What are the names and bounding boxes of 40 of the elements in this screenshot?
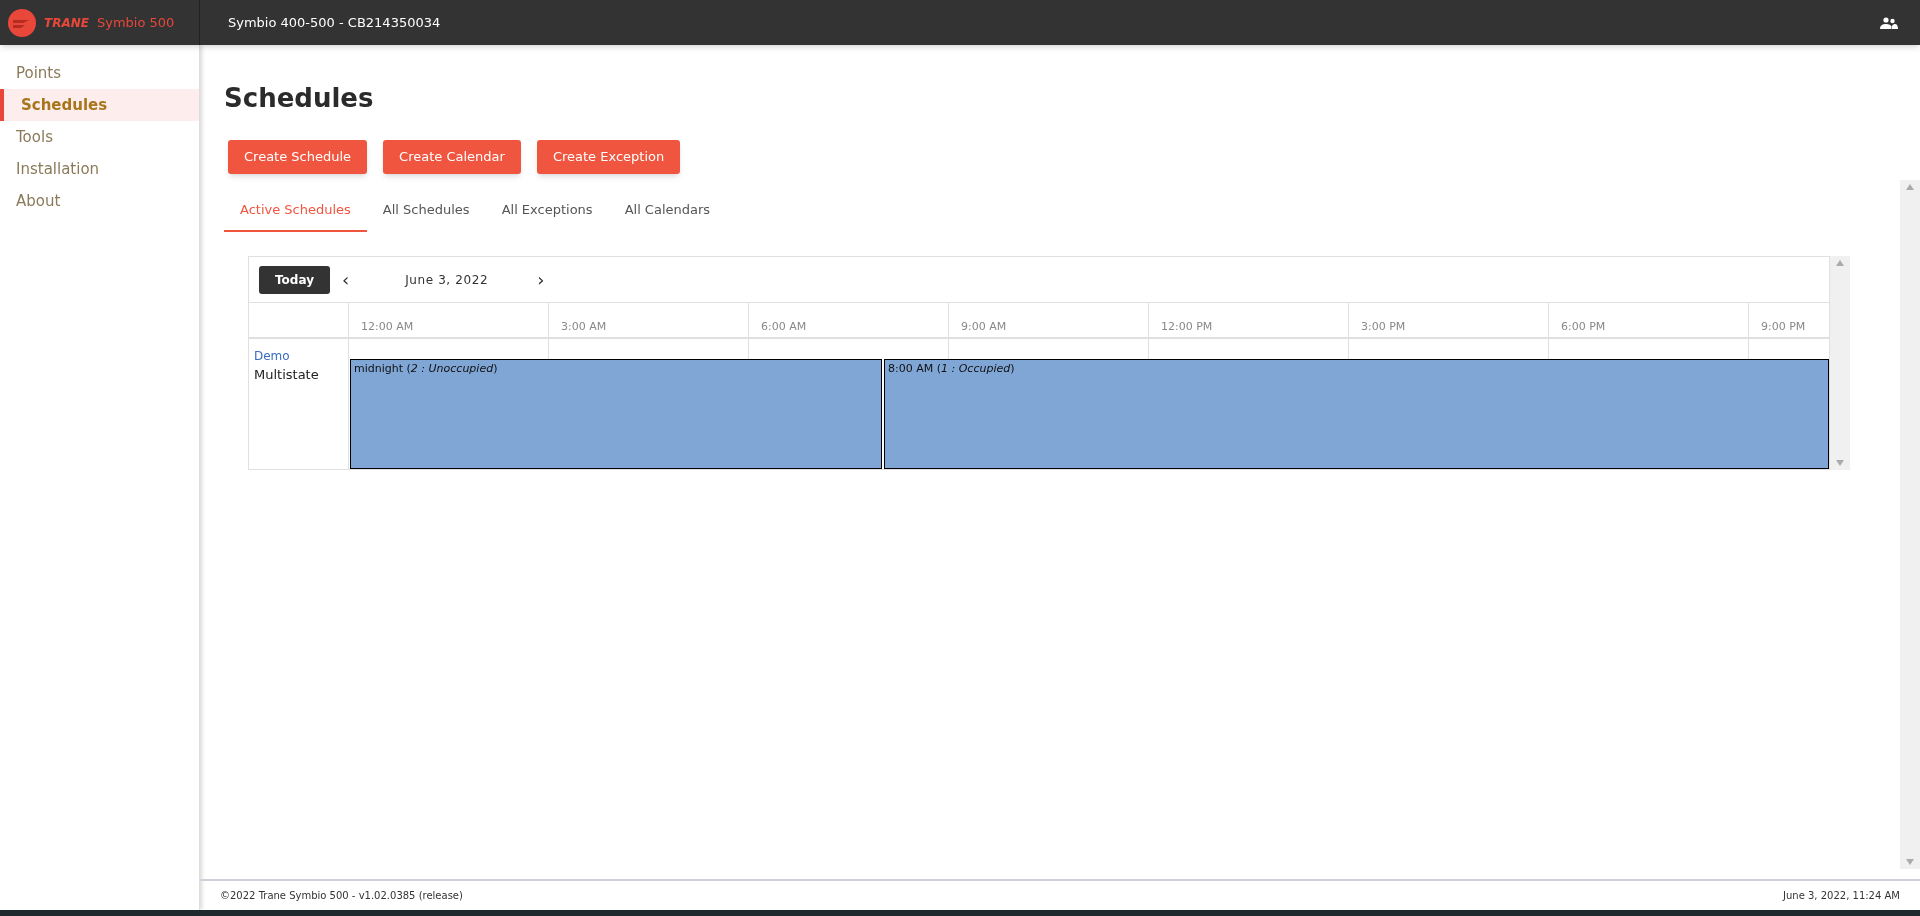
logo-icon: [8, 8, 36, 37]
scroll-up-icon[interactable]: [1836, 260, 1844, 266]
sidebar-item[interactable]: Installation: [0, 153, 199, 185]
previous-button[interactable]: ‹: [338, 270, 354, 289]
hour-label: 9:00 PM: [1761, 318, 1806, 335]
create-button[interactable]: Create Calendar: [383, 140, 521, 174]
copyright-text: ©2022 Trane Symbio 500 - v1.02.0385 (release): [220, 889, 463, 903]
schedule-event[interactable]: 8:00 AM (1 : Occupied): [884, 359, 1829, 469]
product-name: Symbio 500: [96, 13, 175, 32]
tab[interactable]: All Schedules: [366, 190, 486, 232]
hour-label: 12:00 AM: [361, 318, 414, 335]
hour-label: 3:00 AM: [561, 318, 607, 335]
create-button[interactable]: Create Exception: [536, 140, 681, 174]
schedule-type: Multistate: [254, 366, 320, 384]
hour-label: 6:00 AM: [761, 318, 807, 335]
footer-datetime: June 3, 2022, 11:24 AM: [1783, 889, 1900, 903]
scroll-down-icon[interactable]: [1906, 859, 1914, 865]
hour-label: 6:00 PM: [1561, 318, 1606, 335]
users-icon[interactable]: [1880, 16, 1898, 29]
schedule-event[interactable]: midnight (2 : Unoccupied): [350, 359, 882, 469]
sidebar-item[interactable]: Points: [0, 57, 199, 89]
sidebar-item[interactable]: Tools: [0, 121, 199, 153]
create-button[interactable]: Create Schedule: [228, 140, 368, 174]
scroll-down-icon[interactable]: [1836, 460, 1844, 466]
scroll-up-icon[interactable]: [1906, 184, 1914, 190]
hour-label: 3:00 PM: [1361, 318, 1406, 335]
calendar-date: June 3, 2022: [405, 271, 490, 289]
tab[interactable]: Active Schedules: [224, 190, 367, 232]
page-title: Schedules: [224, 82, 375, 115]
hour-label: 12:00 PM: [1161, 318, 1213, 335]
sidebar-item[interactable]: Schedules: [0, 89, 199, 121]
brand-name: TRANE: [44, 14, 89, 32]
sidebar-item[interactable]: About: [0, 185, 199, 217]
tab[interactable]: All Calendars: [608, 190, 727, 232]
hour-label: 9:00 AM: [961, 318, 1007, 335]
device-title: Symbio 400-500 - CB214350034: [228, 13, 441, 32]
today-button[interactable]: Today: [259, 265, 330, 294]
schedule-link[interactable]: Demo: [254, 347, 348, 365]
tab[interactable]: All Exceptions: [485, 190, 609, 232]
next-button[interactable]: ›: [533, 270, 549, 289]
